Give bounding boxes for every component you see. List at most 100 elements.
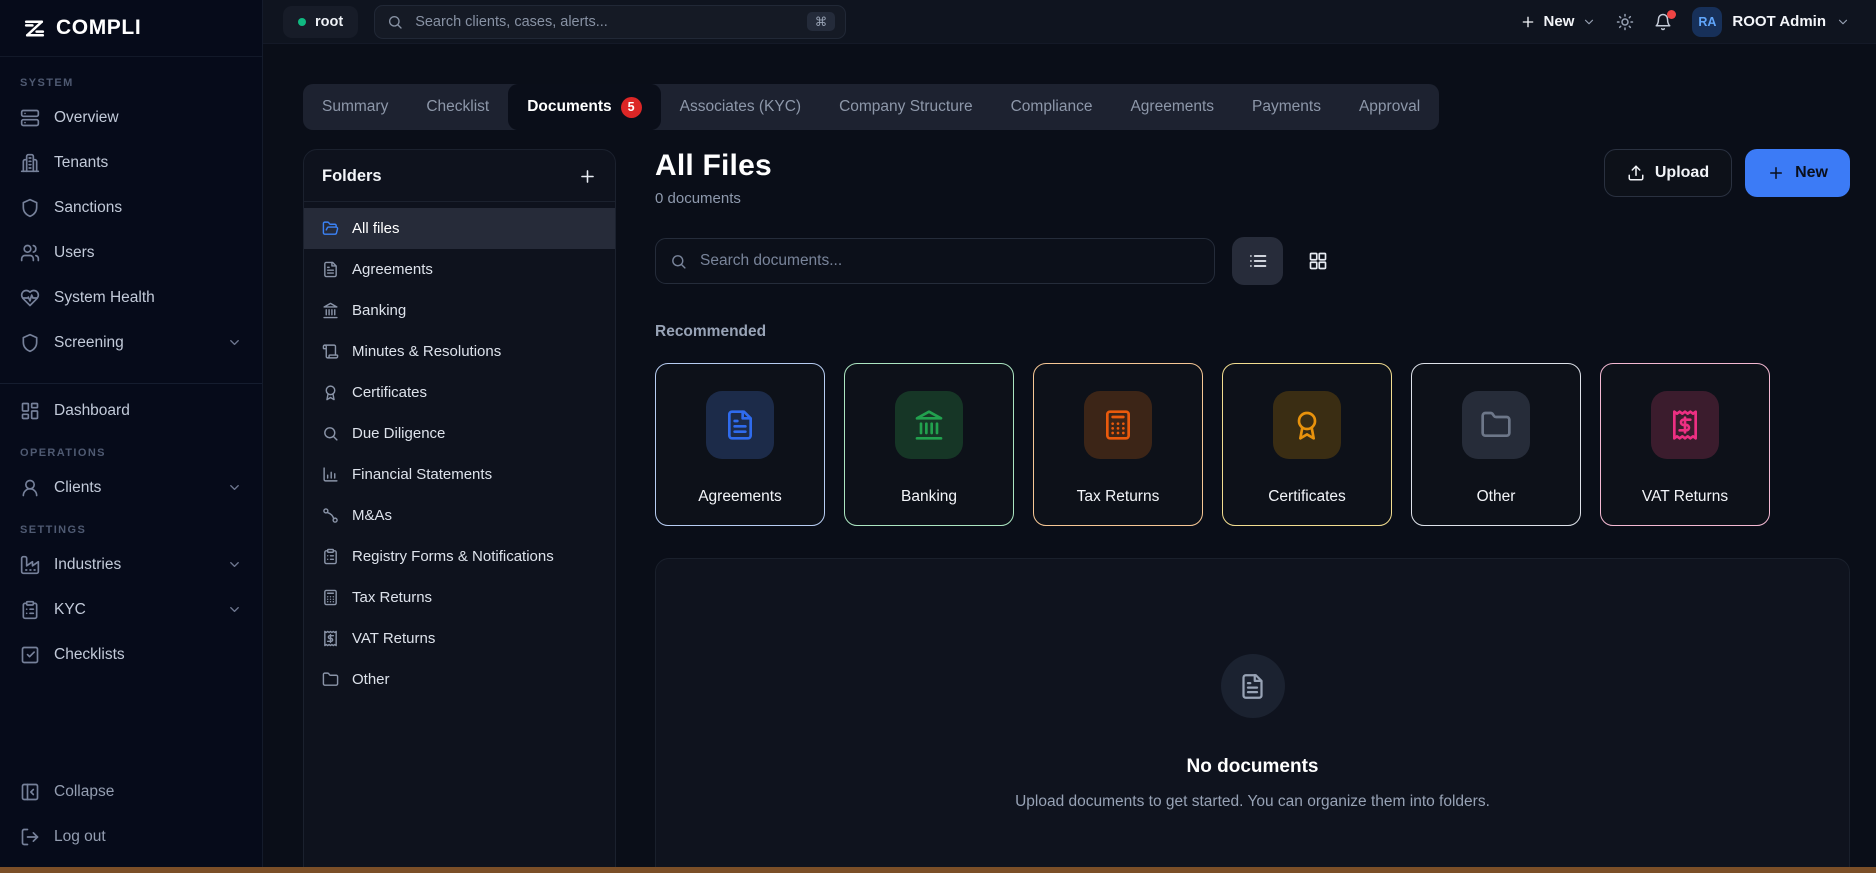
sidebar-item-checklists[interactable]: Checklists	[0, 632, 262, 677]
search-icon	[387, 14, 403, 30]
folder-item-m-as[interactable]: M&As	[304, 495, 615, 536]
server-icon	[20, 108, 40, 128]
topbar: root ⌘ New	[263, 0, 1876, 44]
tab-label: Approval	[1358, 98, 1421, 115]
folder-icon	[322, 671, 339, 688]
empty-state-description: Upload documents to get started. You can…	[1015, 793, 1490, 810]
sidebar-item-users[interactable]: Users	[0, 230, 262, 275]
upload-button[interactable]: Upload	[1603, 149, 1733, 197]
recommended-card-certificates[interactable]: Certificates	[1222, 363, 1392, 526]
tab-label: Summary	[322, 98, 389, 115]
sidebar-item-collapse[interactable]: Collapse	[0, 769, 262, 814]
tab-checklist[interactable]: Checklist	[407, 84, 508, 130]
folder-item-label: Agreements	[352, 261, 433, 278]
card-icon-tile	[1651, 391, 1719, 459]
tab-associates-kyc[interactable]: Associates (KYC)	[661, 84, 820, 130]
folder-item-other[interactable]: Other	[304, 659, 615, 700]
tab-label: Company Structure	[839, 98, 973, 115]
documents-header: All Files 0 documents Upload New	[655, 149, 1850, 207]
sidebar-item-label: Overview	[54, 108, 119, 126]
theme-toggle-sun-icon[interactable]	[1616, 13, 1634, 31]
tenant-name: root	[315, 13, 344, 30]
sidebar-item-log-out[interactable]: Log out	[0, 814, 262, 859]
sidebar-item-system-health[interactable]: System Health	[0, 275, 262, 320]
sidebar-item-tenants[interactable]: Tenants	[0, 140, 262, 185]
tab-label: Checklist	[426, 98, 490, 115]
add-folder-button[interactable]	[578, 167, 597, 186]
sidebar-item-dashboard[interactable]: Dashboard	[0, 388, 262, 433]
sidebar-item-clients[interactable]: Clients	[0, 465, 262, 510]
sidebar-item-label: Sanctions	[54, 198, 123, 216]
tab-label: Payments	[1252, 98, 1321, 115]
folder-item-financial-statements[interactable]: Financial Statements	[304, 454, 615, 495]
sidebar-section-label-operations: OPERATIONS	[20, 447, 106, 459]
tenant-badge[interactable]: root	[283, 5, 359, 38]
user-menu[interactable]: RA ROOT Admin	[1692, 6, 1850, 37]
shield-icon	[20, 198, 40, 218]
recommended-label: Recommended	[655, 323, 767, 340]
folder-item-due-diligence[interactable]: Due Diligence	[304, 413, 615, 454]
document-search[interactable]	[655, 238, 1215, 284]
tab-bar: Summary Checklist Documents 5 Associates…	[303, 84, 1440, 130]
file-text-icon	[322, 261, 339, 278]
sidebar-item-sanctions[interactable]: Sanctions	[0, 185, 262, 230]
folder-item-registry-forms-notifications[interactable]: Registry Forms & Notifications	[304, 536, 615, 577]
list-view-button[interactable]	[1232, 237, 1283, 285]
folder-item-label: Due Diligence	[352, 425, 446, 442]
recommended-card-other[interactable]: Other	[1411, 363, 1581, 526]
tab-compliance[interactable]: Compliance	[992, 84, 1112, 130]
search-icon	[670, 253, 687, 270]
sidebar: COMPLI SYSTEM Overview Tenants Sanctions…	[0, 0, 263, 873]
tab-agreements[interactable]: Agreements	[1111, 84, 1233, 130]
folder-item-label: Certificates	[352, 384, 428, 401]
card-icon-tile	[706, 391, 774, 459]
document-search-input[interactable]	[698, 251, 1200, 271]
folder-item-vat-returns[interactable]: VAT Returns	[304, 618, 615, 659]
topbar-actions: New RA ROOT Admin	[1520, 6, 1850, 37]
chevron-down-icon	[227, 480, 242, 495]
empty-state-title: No documents	[1186, 756, 1319, 777]
merge-icon	[322, 507, 339, 524]
recommended-card-tax-returns[interactable]: Tax Returns	[1033, 363, 1203, 526]
folder-item-all-files[interactable]: All files	[304, 208, 615, 249]
tab-documents[interactable]: Documents 5	[508, 84, 661, 130]
logo[interactable]: COMPLI	[0, 0, 262, 57]
sidebar-item-label: Tenants	[54, 153, 109, 171]
sidebar-item-label: Industries	[54, 555, 122, 573]
new-menu-button[interactable]: New	[1520, 13, 1597, 30]
folder-item-tax-returns[interactable]: Tax Returns	[304, 577, 615, 618]
global-search[interactable]: ⌘	[374, 4, 847, 39]
users-icon	[20, 243, 40, 263]
folder-item-certificates[interactable]: Certificates	[304, 372, 615, 413]
grid-view-button[interactable]	[1292, 237, 1343, 285]
folder-item-agreements[interactable]: Agreements	[304, 249, 615, 290]
recommended-card-banking[interactable]: Banking	[844, 363, 1014, 526]
search-icon	[322, 425, 339, 442]
chart-icon	[322, 466, 339, 483]
folder-item-minutes-resolutions[interactable]: Minutes & Resolutions	[304, 331, 615, 372]
recommended-card-agreements[interactable]: Agreements	[655, 363, 825, 526]
panel-left-close-icon	[20, 782, 40, 802]
tab-summary[interactable]: Summary	[303, 84, 407, 130]
folder-item-label: Other	[352, 671, 390, 688]
folder-item-label: VAT Returns	[352, 630, 436, 647]
tab-approval[interactable]: Approval	[1340, 84, 1439, 130]
notifications-bell-icon[interactable]	[1654, 9, 1677, 31]
sidebar-item-screening[interactable]: Screening	[0, 320, 262, 365]
new-document-button[interactable]: New	[1745, 149, 1850, 197]
tab-payments[interactable]: Payments	[1233, 84, 1340, 130]
chevron-down-icon	[1836, 15, 1850, 29]
user-name: ROOT Admin	[1732, 13, 1826, 30]
tab-company-structure[interactable]: Company Structure	[820, 84, 992, 130]
sidebar-item-label: System Health	[54, 288, 155, 306]
global-search-input[interactable]	[413, 12, 797, 31]
folders-title: Folders	[322, 167, 382, 185]
card-icon-tile	[1084, 391, 1152, 459]
sidebar-item-industries[interactable]: Industries	[0, 542, 262, 587]
search-row	[655, 237, 1850, 285]
folder-item-banking[interactable]: Banking	[304, 290, 615, 331]
sidebar-item-kyc[interactable]: KYC	[0, 587, 262, 632]
recommended-card-vat-returns[interactable]: VAT Returns	[1600, 363, 1770, 526]
file-text-icon	[724, 409, 756, 441]
sidebar-item-overview[interactable]: Overview	[0, 95, 262, 140]
